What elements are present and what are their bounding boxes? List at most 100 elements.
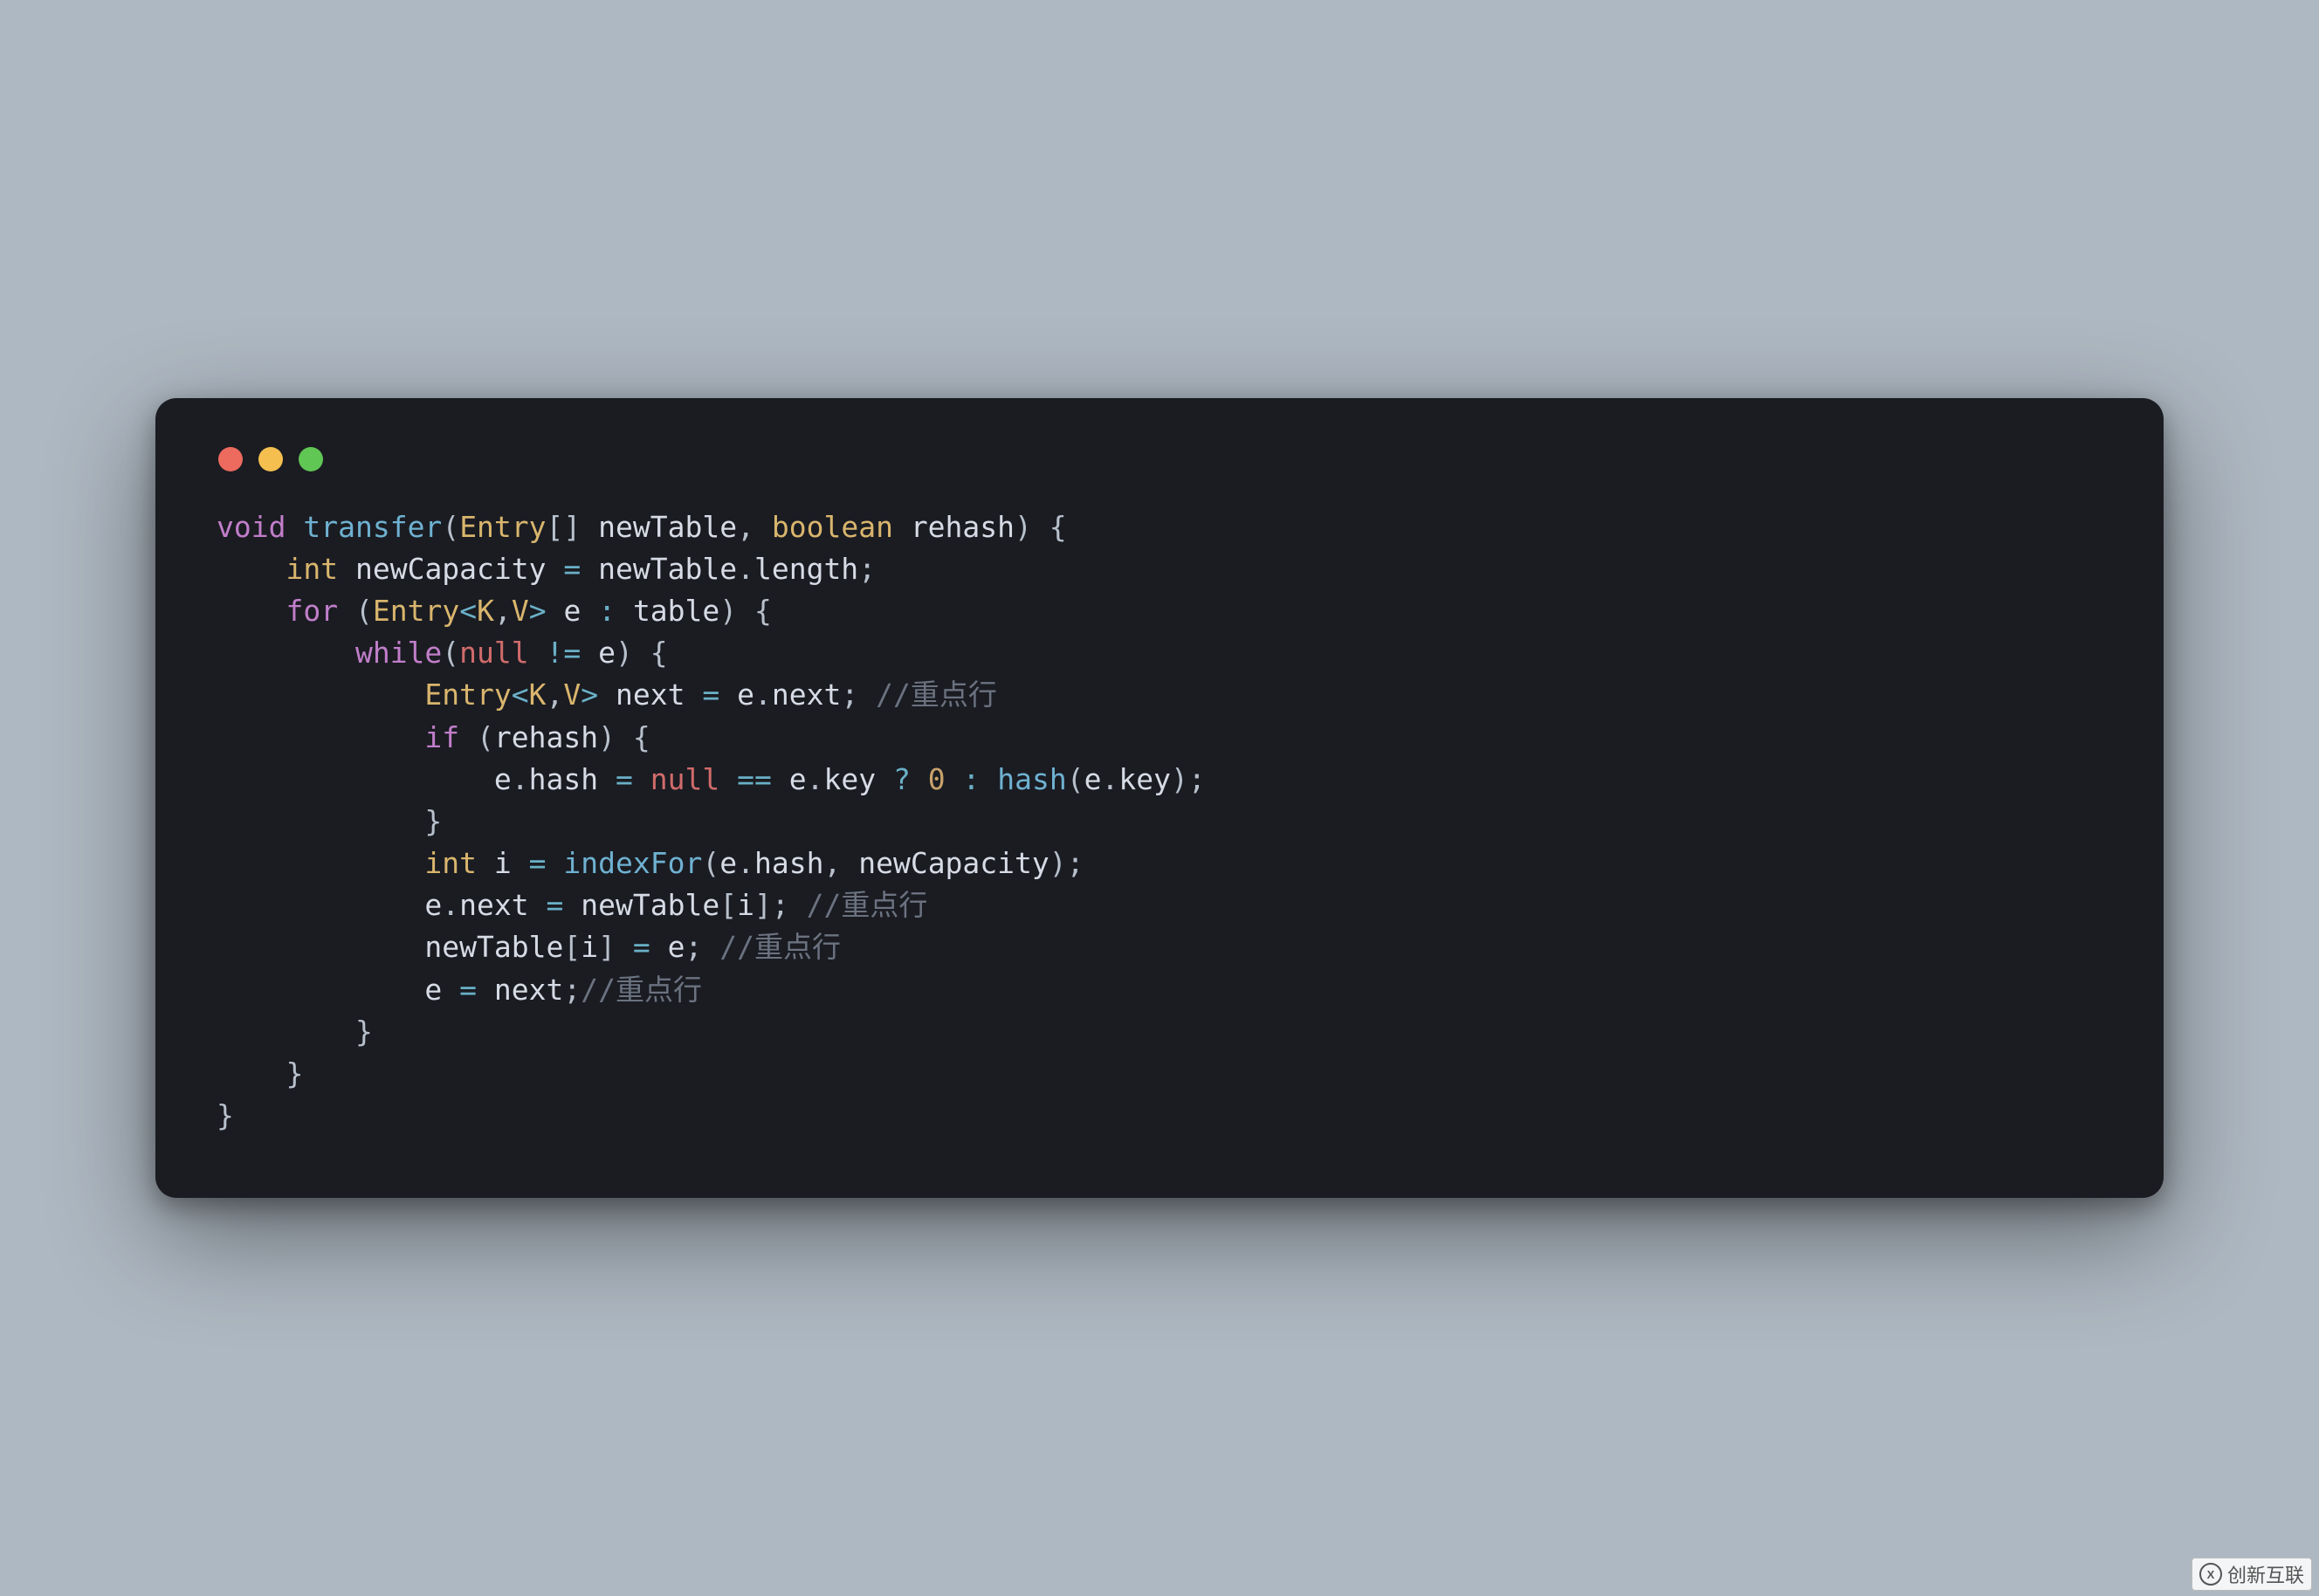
- code-token-type: Entry: [424, 678, 511, 712]
- code-token-punc: {: [633, 720, 650, 754]
- watermark-icon: X: [2199, 1563, 2222, 1586]
- code-token-kw: for: [286, 594, 338, 628]
- code-token-punc: ]: [563, 510, 581, 544]
- code-token-punc: ): [1015, 510, 1032, 544]
- code-token-kw: if: [424, 720, 459, 754]
- code-token-punc: ;: [685, 930, 703, 964]
- code-token-punc: [: [719, 888, 737, 922]
- code-token-kw: while: [355, 636, 442, 670]
- code-token-var: i: [737, 888, 754, 922]
- code-token-punc: [: [563, 930, 581, 964]
- code-token-type: K: [529, 678, 547, 712]
- code-token-prop: hash: [529, 762, 598, 796]
- code-token-var: next: [494, 973, 563, 1007]
- code-token-null: null: [459, 636, 528, 670]
- code-token-comment: //重点行: [876, 678, 997, 712]
- code-token-punc: .: [512, 762, 529, 796]
- code-token-punc: }: [355, 1015, 373, 1049]
- zoom-icon[interactable]: [299, 447, 323, 471]
- code-token-op: >: [581, 678, 598, 712]
- code-token-punc: .: [737, 552, 754, 586]
- code-token-prop: key: [823, 762, 876, 796]
- code-token-punc: ;: [858, 552, 876, 586]
- code-token-fn: indexFor: [563, 846, 702, 880]
- code-token-var: e: [789, 762, 807, 796]
- code-token-var: table: [633, 594, 719, 628]
- close-icon[interactable]: [218, 447, 243, 471]
- code-token-punc: ;: [1188, 762, 1206, 796]
- code-token-op: :: [598, 594, 616, 628]
- code-token-type: K: [477, 594, 494, 628]
- code-token-punc: }: [424, 804, 442, 838]
- code-token-var: newCapacity: [355, 552, 547, 586]
- code-token-var: rehash: [494, 720, 598, 754]
- code-token-var: newCapacity: [858, 846, 1049, 880]
- code-token-prop: next: [459, 888, 528, 922]
- code-token-punc: .: [807, 762, 824, 796]
- code-token-var: newTable: [581, 888, 719, 922]
- code-token-punc: (: [1067, 762, 1084, 796]
- code-token-op: ?: [893, 762, 911, 796]
- code-token-punc: ,: [737, 510, 754, 544]
- watermark: X 创新互联: [2192, 1558, 2312, 1591]
- code-token-punc: {: [754, 594, 772, 628]
- code-token-type: Entry: [459, 510, 546, 544]
- code-token-punc: ): [616, 636, 633, 670]
- code-token-op: =: [633, 930, 650, 964]
- minimize-icon[interactable]: [258, 447, 283, 471]
- code-token-var: rehash: [911, 510, 1015, 544]
- watermark-text: 创新互联: [2227, 1560, 2304, 1588]
- code-token-punc: {: [1049, 510, 1067, 544]
- code-token-punc: .: [1101, 762, 1118, 796]
- code-token-var: e: [424, 888, 442, 922]
- code-token-op: =: [616, 762, 633, 796]
- code-token-punc: ): [1049, 846, 1067, 880]
- code-token-var: next: [616, 678, 685, 712]
- code-token-prop: length: [754, 552, 858, 586]
- code-token-punc: ): [598, 720, 616, 754]
- code-token-punc: [: [547, 510, 564, 544]
- code-token-punc: ;: [1067, 846, 1084, 880]
- code-token-var: e: [494, 762, 512, 796]
- code-token-var: i: [581, 930, 598, 964]
- code-token-punc: ): [719, 594, 737, 628]
- code-token-punc: }: [217, 1098, 234, 1132]
- code-token-punc: (: [477, 720, 494, 754]
- code-token-punc: ,: [823, 846, 841, 880]
- code-token-var: e: [719, 846, 737, 880]
- code-token-punc: ]: [598, 930, 616, 964]
- code-block: void transfer(Entry[] newTable, boolean …: [217, 506, 2102, 1138]
- code-token-var: e: [424, 973, 442, 1007]
- code-token-op: <: [512, 678, 529, 712]
- code-token-var: i: [494, 846, 512, 880]
- code-token-var: e: [668, 930, 685, 964]
- code-token-punc: .: [737, 846, 754, 880]
- code-token-var: e: [1084, 762, 1102, 796]
- code-token-var: newTable: [424, 930, 563, 964]
- code-token-punc: ]: [754, 888, 772, 922]
- code-token-punc: ;: [841, 678, 858, 712]
- code-token-prop: key: [1118, 762, 1171, 796]
- code-token-op: >: [529, 594, 547, 628]
- code-token-null: null: [650, 762, 719, 796]
- code-token-punc: .: [754, 678, 772, 712]
- code-token-type: Entry: [373, 594, 459, 628]
- code-token-punc: ;: [772, 888, 789, 922]
- code-token-prop: hash: [754, 846, 823, 880]
- code-token-var: e: [737, 678, 754, 712]
- code-token-type: V: [512, 594, 529, 628]
- code-token-type: int: [424, 846, 477, 880]
- code-token-punc: (: [355, 594, 373, 628]
- code-token-var: e: [598, 636, 616, 670]
- code-token-punc: {: [650, 636, 668, 670]
- code-token-punc: .: [442, 888, 459, 922]
- code-window: void transfer(Entry[] newTable, boolean …: [155, 398, 2164, 1199]
- code-token-num: 0: [928, 762, 946, 796]
- code-token-var: e: [563, 594, 581, 628]
- code-token-punc: (: [442, 510, 459, 544]
- window-traffic-lights: [217, 442, 2102, 506]
- code-token-punc: ,: [547, 678, 564, 712]
- code-token-punc: (: [442, 636, 459, 670]
- code-token-fn: hash: [997, 762, 1066, 796]
- code-token-comment: //重点行: [807, 888, 928, 922]
